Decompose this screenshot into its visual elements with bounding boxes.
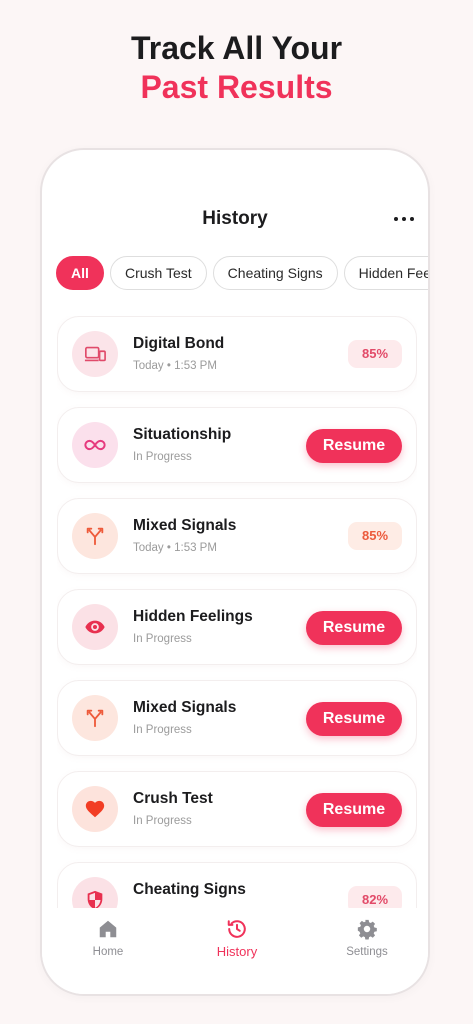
history-card-situationship[interactable]: Situationship In Progress Resume xyxy=(57,407,417,483)
history-card-digital-bond[interactable]: Digital Bond Today • 1:53 PM 85% xyxy=(57,316,417,392)
history-title: Situationship xyxy=(133,426,232,443)
tab-settings-label: Settings xyxy=(346,946,388,958)
gear-icon xyxy=(357,919,377,940)
history-card-cheating-signs[interactable]: Cheating Signs 82% xyxy=(57,862,417,908)
filter-chip-hidden-feelings[interactable]: Hidden Feelings xyxy=(343,256,428,290)
tab-home[interactable]: Home xyxy=(58,918,158,958)
infinity-icon xyxy=(72,422,118,468)
more-options-icon[interactable] xyxy=(394,212,414,226)
headline-line-1: Track All Your xyxy=(130,30,343,66)
history-title: Mixed Signals xyxy=(133,699,237,716)
history-subtitle: Today • 1:53 PM xyxy=(133,360,217,372)
history-subtitle: In Progress xyxy=(133,815,192,827)
filter-chip-all[interactable]: All xyxy=(56,256,104,290)
filter-chip-crush-test[interactable]: Crush Test xyxy=(110,256,207,290)
split-arrows-icon xyxy=(72,513,118,559)
history-subtitle: In Progress xyxy=(133,633,192,645)
history-list: Digital Bond Today • 1:53 PM 85% Situati… xyxy=(57,316,417,908)
filter-chip-cheating-signs[interactable]: Cheating Signs xyxy=(212,256,338,290)
tab-settings[interactable]: Settings xyxy=(317,918,417,958)
history-card-crush-test[interactable]: Crush Test In Progress Resume xyxy=(57,771,417,847)
phone-frame: History All Crush Test Cheating Signs Hidde… xyxy=(40,148,430,996)
resume-button[interactable]: Resume xyxy=(306,793,402,827)
history-subtitle: In Progress xyxy=(133,451,192,463)
history-title: Mixed Signals xyxy=(133,517,237,534)
history-card-mixed-signals[interactable]: Mixed Signals Today • 1:53 PM 85% xyxy=(57,498,417,574)
history-title: Cheating Signs xyxy=(133,881,246,898)
history-card-mixed-signals-2[interactable]: Mixed Signals In Progress Resume xyxy=(57,680,417,756)
eye-icon xyxy=(72,604,118,650)
devices-icon xyxy=(72,331,118,377)
page-title: History xyxy=(202,208,268,229)
shield-icon xyxy=(72,877,118,908)
history-card-hidden-feelings[interactable]: Hidden Feelings In Progress Resume xyxy=(57,589,417,665)
history-subtitle: In Progress xyxy=(133,724,192,736)
tab-home-label: Home xyxy=(92,946,124,958)
tab-history[interactable]: History xyxy=(187,918,287,959)
split-arrows-icon xyxy=(72,695,118,741)
score-badge: 85% xyxy=(348,340,402,368)
resume-button[interactable]: Resume xyxy=(306,702,402,736)
tab-history-label: History xyxy=(216,944,258,959)
score-badge: 82% xyxy=(348,886,402,908)
tab-bar: Home History Settings xyxy=(42,912,428,994)
history-title: Hidden Feelings xyxy=(133,608,253,625)
score-badge: 85% xyxy=(348,522,402,550)
history-icon xyxy=(227,920,246,938)
filter-chips: AllCrush TestCheating SignsHidden Feelin… xyxy=(56,256,428,292)
history-subtitle: Today • 1:53 PM xyxy=(133,542,217,554)
resume-button[interactable]: Resume xyxy=(306,611,402,645)
history-title: Crush Test xyxy=(133,790,213,807)
history-title: Digital Bond xyxy=(133,335,225,352)
headline-line-2: Past Results xyxy=(140,69,333,105)
heart-icon xyxy=(72,786,118,832)
home-icon xyxy=(99,920,117,938)
resume-button[interactable]: Resume xyxy=(306,429,402,463)
